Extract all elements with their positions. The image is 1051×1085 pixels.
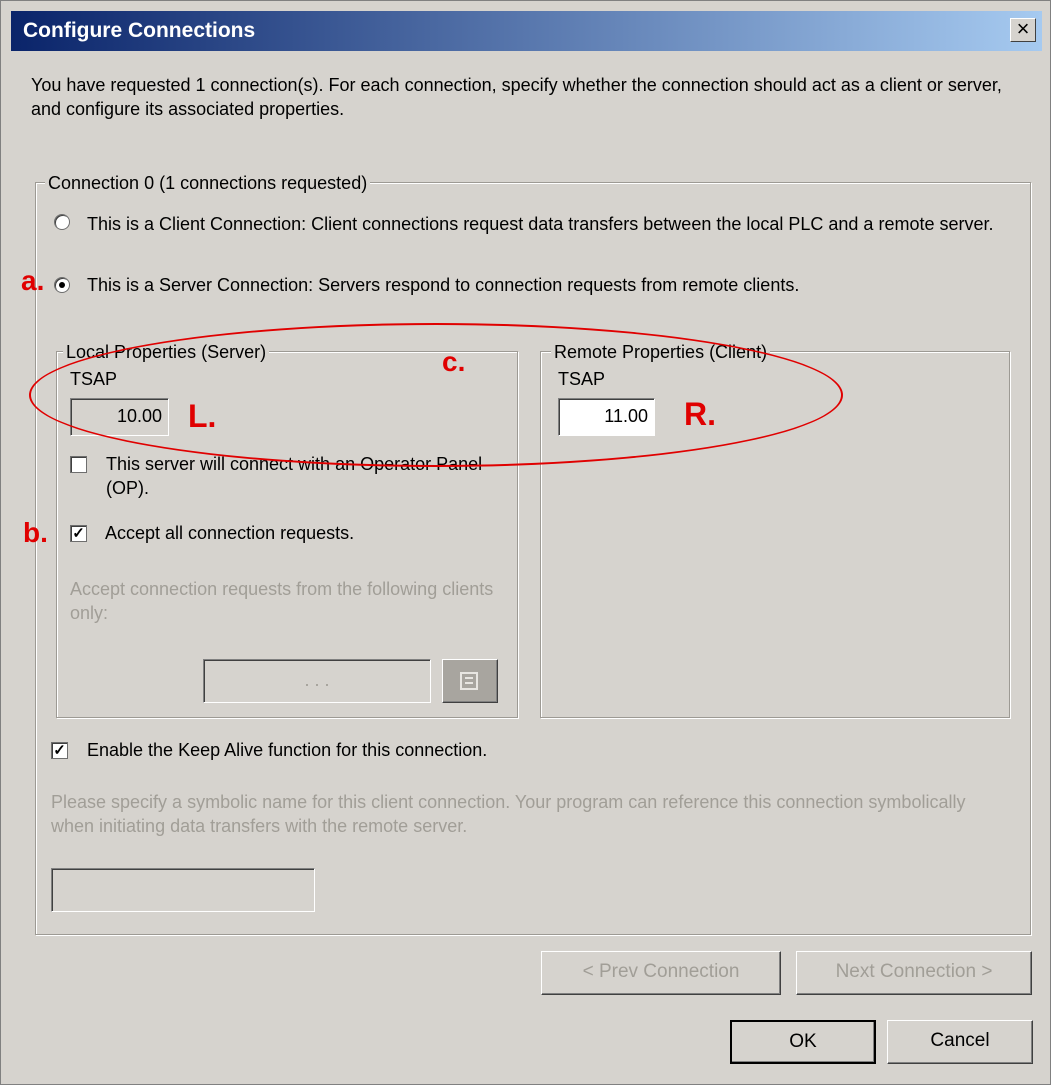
next-connection-button[interactable]: Next Connection >	[796, 951, 1032, 995]
annotation-r: R.	[684, 396, 716, 432]
annotation-b: b.	[23, 517, 48, 548]
operator-panel-checkbox[interactable]	[70, 456, 87, 473]
keep-alive-checkbox[interactable]: ✓	[51, 742, 68, 759]
client-ip-field[interactable]: . . .	[203, 659, 431, 703]
annotation-l: L.	[188, 398, 217, 434]
accept-all-label: Accept all connection requests.	[105, 523, 355, 543]
client-connection-radio[interactable]	[54, 214, 70, 230]
annotation-a: a.	[21, 265, 45, 296]
server-connection-radio[interactable]	[54, 277, 70, 293]
address-book-icon	[460, 672, 478, 690]
configure-connections-dialog: Configure Connections × You have request…	[0, 0, 1051, 1085]
ip-address-book-button[interactable]	[442, 659, 498, 703]
title-bar: Configure Connections ×	[11, 11, 1042, 51]
client-connection-label: This is a Client Connection: Client conn…	[87, 214, 994, 234]
prev-connection-button[interactable]: < Prev Connection	[541, 951, 781, 995]
symbolic-name-hint: Please specify a symbolic name for this …	[51, 792, 966, 836]
connection-group-legend: Connection 0 (1 connections requested)	[45, 171, 371, 195]
dialog-title: Configure Connections	[23, 19, 256, 42]
accept-clients-label: Accept connection requests from the foll…	[70, 579, 494, 623]
symbolic-name-field[interactable]	[51, 868, 315, 912]
ok-button[interactable]: OK	[730, 1020, 876, 1064]
cancel-button[interactable]: Cancel	[887, 1020, 1033, 1064]
keep-alive-label: Enable the Keep Alive function for this …	[87, 740, 488, 760]
close-button[interactable]: ×	[1010, 18, 1036, 42]
server-connection-label: This is a Server Connection: Servers res…	[87, 275, 800, 295]
annotation-ellipse	[29, 323, 843, 467]
radio-selected-dot	[59, 282, 65, 288]
accept-all-checkbox[interactable]: ✓	[70, 525, 87, 542]
intro-text: You have requested 1 connection(s). For …	[31, 75, 1002, 119]
annotation-c: c.	[442, 346, 466, 377]
close-icon: ×	[1016, 16, 1030, 41]
